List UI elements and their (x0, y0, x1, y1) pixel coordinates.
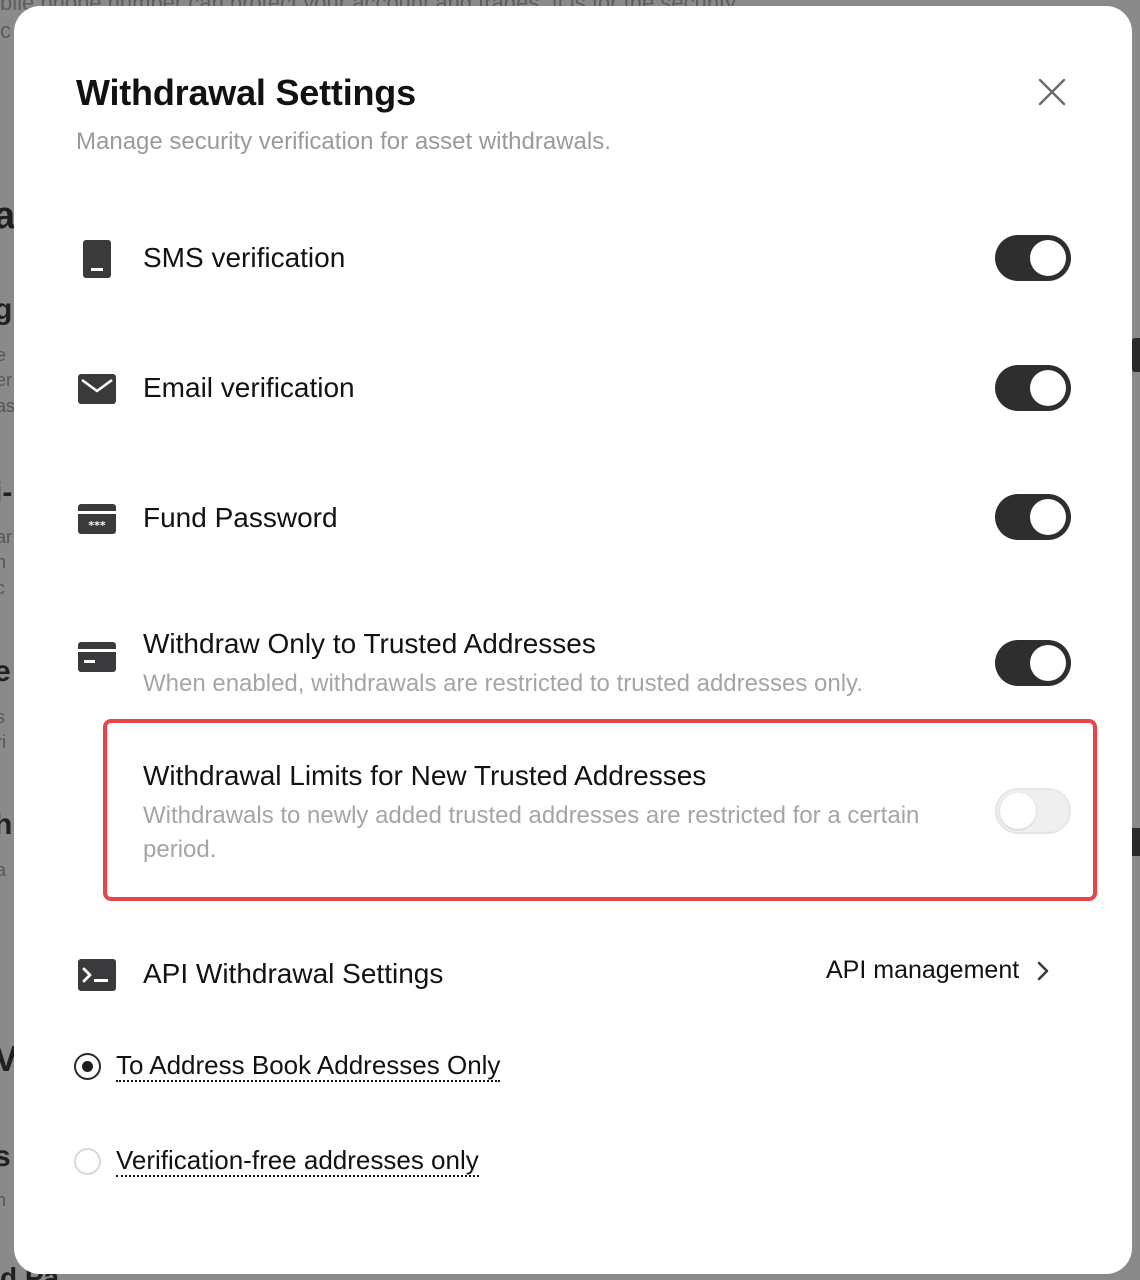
background-text: as (0, 396, 16, 416)
modal-subtitle: Manage security verification for asset w… (76, 128, 611, 155)
background-text: s (0, 1140, 11, 1173)
setting-label: Withdrawal Limits for New Trusted Addres… (143, 760, 707, 791)
background-text: c (0, 18, 11, 43)
setting-label: SMS verification (143, 242, 346, 273)
setting-label: Withdraw Only to Trusted Addresses (143, 628, 596, 659)
toggle-knob (1000, 793, 1036, 829)
radio-button[interactable] (74, 1052, 101, 1080)
terminal-icon (76, 954, 118, 996)
setting-label: Fund Password (143, 502, 338, 533)
phone-icon (76, 238, 118, 280)
background-text: ri (0, 732, 6, 752)
background-text: n (0, 1190, 7, 1210)
setting-description: When enabled, withdrawals are restricted… (143, 670, 863, 697)
background-text: s (0, 707, 5, 727)
background-text: h (0, 552, 7, 572)
modal-title: Withdrawal Settings (76, 72, 416, 113)
setting-row-new-address-limits: Withdrawal Limits for New Trusted Addres… (14, 752, 1132, 872)
radio-button[interactable] (74, 1147, 101, 1175)
api-management-link[interactable]: API management (826, 956, 1051, 985)
toggle-knob (1030, 240, 1066, 276)
close-button[interactable] (1034, 74, 1070, 110)
setting-row-trusted-addresses: Withdraw Only to Trusted Addresses When … (14, 620, 1132, 710)
setting-label: Email verification (143, 372, 355, 403)
email-verification-toggle[interactable] (995, 365, 1071, 411)
close-icon (1038, 78, 1066, 106)
mail-icon (76, 368, 118, 410)
background-scroll-handle (1132, 338, 1140, 372)
background-text: ar (0, 527, 13, 547)
radio-label: To Address Book Addresses Only (116, 1050, 501, 1082)
background-scroll-handle (1132, 828, 1140, 856)
radio-option-verification-free[interactable]: Verification-free addresses only (74, 1145, 479, 1177)
chevron-right-icon (1037, 961, 1049, 980)
background-text: e (0, 655, 11, 688)
toggle-knob (1030, 499, 1066, 535)
radio-option-address-book[interactable]: To Address Book Addresses Only (74, 1050, 501, 1082)
card-icon (76, 636, 118, 678)
api-management-label: API management (826, 956, 1020, 984)
background-text: c (0, 578, 5, 598)
setting-row-sms: SMS verification (14, 234, 1132, 284)
setting-label: API Withdrawal Settings (143, 958, 444, 989)
background-text: a (0, 860, 7, 880)
trusted-addresses-toggle[interactable] (995, 640, 1071, 686)
background-text: h (0, 808, 13, 841)
radio-label: Verification-free addresses only (116, 1145, 479, 1177)
svg-text:***: *** (88, 519, 106, 532)
background-text: er (0, 370, 13, 390)
withdrawal-settings-modal: Withdrawal Settings Manage security veri… (14, 6, 1132, 1274)
password-card-icon: *** (76, 498, 118, 540)
background-text: e (0, 345, 7, 365)
setting-row-email: Email verification (14, 364, 1132, 414)
toggle-knob (1030, 370, 1066, 406)
toggle-knob (1030, 645, 1066, 681)
setting-description: Withdrawals to newly added trusted addre… (143, 802, 920, 863)
sms-verification-toggle[interactable] (995, 235, 1071, 281)
background-text: i- (0, 476, 13, 509)
new-address-limits-toggle[interactable] (995, 788, 1071, 834)
setting-row-fund-password: *** Fund Password (14, 494, 1132, 544)
fund-password-toggle[interactable] (995, 494, 1071, 540)
